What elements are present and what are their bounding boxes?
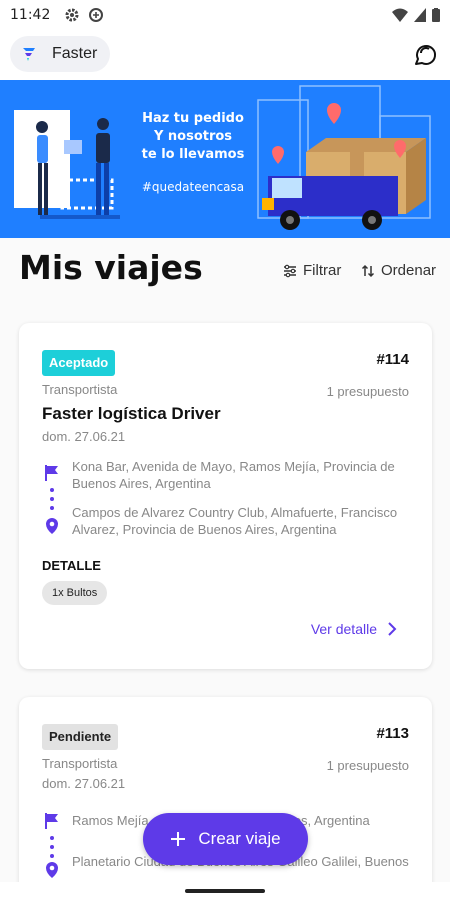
route-dots: [50, 488, 54, 515]
package-chip: 1x Bultos: [42, 581, 108, 605]
trip-number: #113: [376, 725, 409, 742]
quotes-count: 1 presupuesto: [326, 758, 409, 773]
trip-card[interactable]: Pendiente #113 Transportista 1 presupues…: [19, 697, 432, 900]
view-detail-label: Ver detalle: [310, 621, 377, 637]
gesture-nav-bar: [0, 882, 450, 900]
chat-icon[interactable]: [410, 40, 440, 70]
status-bar: 11:42: [0, 0, 450, 30]
filter-icon: [284, 264, 296, 277]
status-badge: Pendiente: [42, 724, 119, 750]
location-pin-icon: [46, 862, 58, 878]
driver-name: Faster logística Driver: [42, 404, 221, 423]
filter-button[interactable]: Filtrar: [283, 262, 341, 279]
order-label: Ordenar: [381, 262, 437, 279]
quotes-count: 1 presupuesto: [326, 384, 409, 399]
trip-date: dom. 27.06.21: [42, 429, 126, 444]
wifi-icon: [392, 8, 408, 22]
plus-icon: [171, 832, 186, 846]
trip-card[interactable]: Aceptado #114 Transportista 1 presupuest…: [19, 323, 432, 669]
promo-banner[interactable]: Haz tu pedido Y nosotros te lo llevamos …: [0, 80, 450, 238]
flag-icon: [45, 465, 58, 481]
view-detail-link[interactable]: Ver detalle: [311, 621, 397, 637]
create-trip-label: Crear viaje: [198, 829, 281, 848]
order-button[interactable]: Ordenar: [361, 262, 436, 279]
title-row: Mis viajes Filtrar Ordenar: [0, 240, 450, 300]
brand-pill[interactable]: Faster: [10, 36, 110, 72]
sort-icon: [361, 264, 375, 277]
filter-label: Filtrar: [303, 262, 342, 279]
app-bar: Faster: [0, 30, 450, 80]
origin-address: Kona Bar, Avenida de Mayo, Ramos Mejía, …: [72, 459, 395, 491]
detail-heading: DETALLE: [42, 558, 101, 573]
brand-name: Faster: [52, 45, 98, 62]
banner-line-2: Y nosotros: [153, 129, 233, 144]
data-saver-icon: [89, 8, 104, 22]
role-label: Transportista: [42, 756, 118, 771]
destination-address: Campos de Alvarez Country Club, Almafuer…: [72, 505, 398, 537]
signal-icon: [414, 8, 426, 22]
route-dots: [50, 836, 54, 863]
banner-line-1: Haz tu pedido: [142, 111, 244, 126]
clock: 11:42: [10, 7, 51, 23]
create-trip-button[interactable]: Crear viaje: [143, 813, 308, 865]
battery-icon: [432, 8, 440, 22]
trip-date: dom. 27.06.21: [42, 776, 126, 791]
settings-icon: [65, 8, 79, 22]
role-label: Transportista: [42, 382, 118, 397]
page-title: Mis viajes: [19, 248, 203, 287]
flag-icon: [45, 813, 58, 829]
chevron-right-icon: [388, 622, 397, 636]
banner-hashtag: #quedateencasa: [141, 180, 245, 194]
banner-line-3: te lo llevamos: [141, 147, 245, 162]
status-badge: Aceptado: [42, 350, 116, 376]
banner-headline: Haz tu pedido Y nosotros te lo llevamos: [118, 110, 268, 164]
location-pin-icon: [46, 518, 58, 534]
home-handle[interactable]: [185, 889, 265, 893]
trip-number: #114: [376, 351, 409, 368]
faster-logo-icon: [23, 48, 35, 61]
